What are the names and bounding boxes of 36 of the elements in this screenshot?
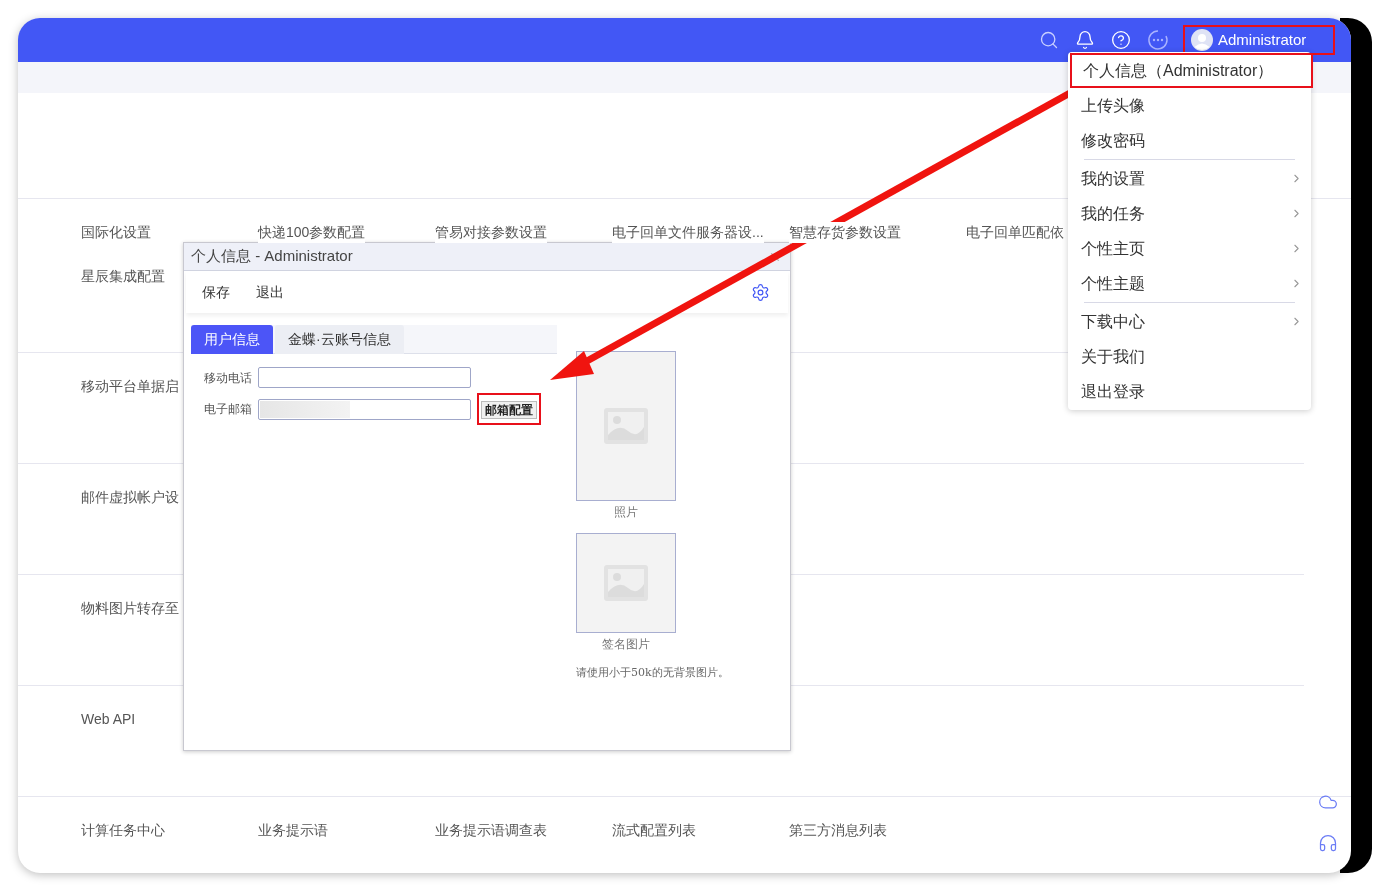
tab[interactable]: 用户信息 — [191, 325, 273, 354]
settings-icon[interactable] — [751, 282, 770, 302]
help-icon[interactable] — [1111, 30, 1131, 50]
menu-item[interactable]: 退出登录 — [1068, 374, 1311, 409]
headset-icon[interactable] — [1318, 833, 1338, 853]
toolbar-button[interactable]: 保存 — [202, 281, 230, 303]
settings-link[interactable]: 电子回单文件服务器设... — [612, 222, 764, 243]
input-field[interactable] — [258, 367, 471, 388]
menu-item[interactable]: 下载中心 — [1068, 304, 1311, 339]
menu-item[interactable]: 我的任务 — [1068, 196, 1311, 231]
menu-item[interactable]: 关于我们 — [1068, 339, 1311, 374]
field-label: 移动电话 — [204, 369, 253, 387]
menu-item[interactable]: 个人信息（Administrator） — [1070, 53, 1313, 88]
menu-item[interactable]: 个性主页 — [1068, 231, 1311, 266]
menu-item[interactable]: 我的设置 — [1068, 161, 1311, 196]
tab[interactable]: 金蝶·云账号信息 — [275, 325, 404, 354]
settings-link[interactable]: 智慧存货参数设置 — [789, 222, 901, 243]
image-caption: 签名图片 — [602, 636, 650, 653]
settings-link[interactable]: 快递100参数配置 — [258, 222, 366, 243]
input-field[interactable] — [258, 398, 471, 420]
chat-icon[interactable] — [1147, 29, 1169, 51]
mail-config-button[interactable]: 邮箱配置 — [481, 401, 537, 419]
settings-link[interactable]: 管易对接参数设置 — [435, 222, 547, 243]
bell-icon[interactable] — [1075, 30, 1095, 50]
toolbar-button[interactable]: 退出 — [256, 281, 284, 303]
menu-item[interactable]: 上传头像 — [1068, 88, 1311, 123]
menu-item[interactable]: 修改密码 — [1068, 123, 1311, 158]
image-slot[interactable] — [576, 351, 676, 501]
image-caption: 照片 — [614, 504, 638, 521]
menu-item[interactable]: 个性主题 — [1068, 266, 1311, 301]
image-slot[interactable] — [576, 533, 676, 633]
dialog-title: 个人信息 - Administrator — [191, 246, 353, 267]
hint-text: 请使用小于50k的无背景图片。 — [576, 665, 729, 681]
field-label: 电子邮箱 — [204, 401, 253, 418]
user-menu-button[interactable]: Administrator — [1185, 27, 1333, 53]
search-icon[interactable] — [1039, 30, 1059, 50]
